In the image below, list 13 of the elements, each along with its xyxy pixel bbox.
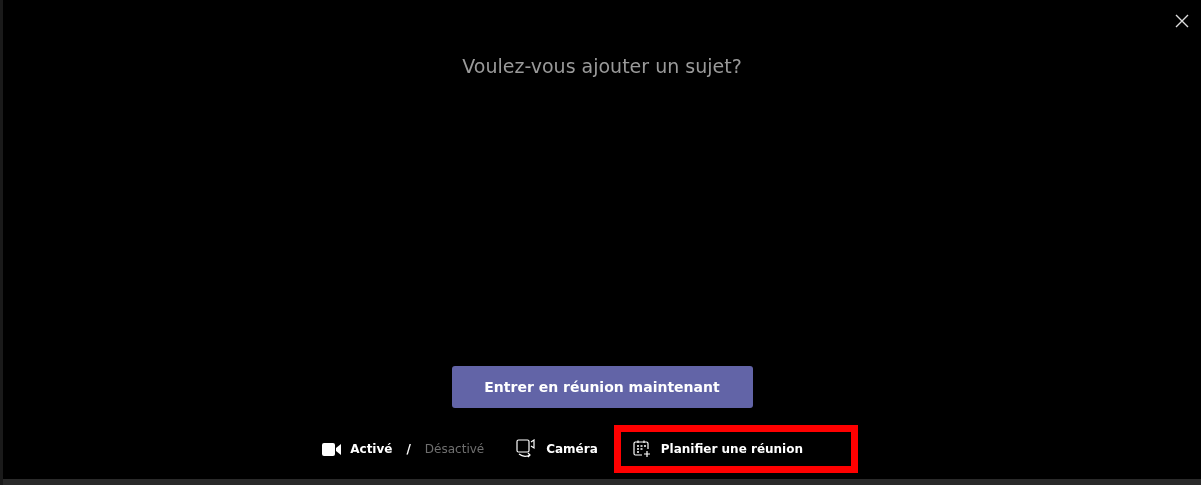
schedule-meeting-button[interactable]: Planifier une réunion <box>613 425 858 473</box>
camera-switch-icon <box>516 439 537 459</box>
calendar-add-icon <box>632 440 651 458</box>
video-toggle[interactable]: Activé / Désactivé <box>316 434 491 464</box>
off-label: Désactivé <box>424 442 485 456</box>
close-button[interactable] <box>1173 12 1191 30</box>
subject-field[interactable]: Voulez-vous ajouter un sujet? <box>342 48 862 84</box>
video-camera-icon <box>322 442 343 456</box>
camera-button[interactable]: Caméra <box>504 425 610 473</box>
on-label: Activé <box>350 442 393 456</box>
join-now-button[interactable]: Entrer en réunion maintenant <box>451 366 753 408</box>
close-icon <box>1173 12 1191 30</box>
separator-slash: / <box>406 442 411 456</box>
